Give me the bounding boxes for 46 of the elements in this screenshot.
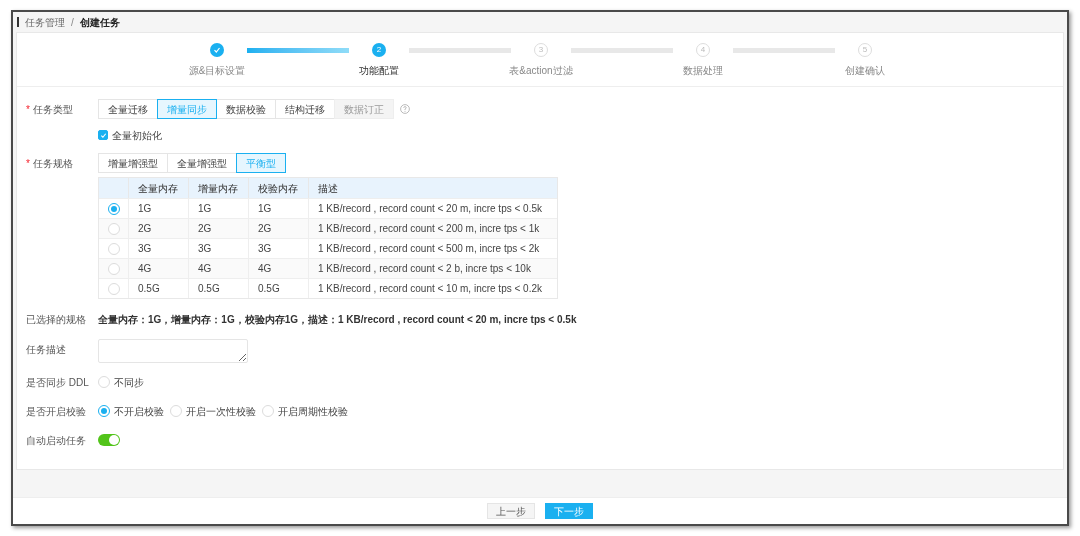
table-cell: 0.5G [189,279,249,298]
field-label: 是否开启校验 [26,404,86,419]
radio-button[interactable] [107,202,120,215]
step-label: 源&目标设置 [188,64,246,78]
field-label: 自动启动任务 [26,433,86,448]
table-cell-text: 1 KB/record , record count < 500 m, incre tps < 2k [317,242,541,256]
breadcrumb-separator: / [71,15,74,30]
field-label: 任务描述 [26,343,66,357]
checkbox-label: 全量初始化 [112,128,162,143]
table-cell-text: 1 KB/record , record count < 20 m, incre tps < 0.5k [317,202,543,216]
step-number: 4 [696,43,710,57]
radio-label: 不同步 [114,375,144,390]
breadcrumb-item[interactable]: 任务管理 [25,14,65,30]
toggle-switch[interactable] [98,434,120,446]
step-number: 2 [372,43,386,57]
step-label: 数据处理 [683,64,723,78]
back-button[interactable]: 上一步 [487,503,535,519]
field-label: 任务规格 [32,156,73,171]
table-cell-text: 1 KB/record , record count < 200 m, incre tps < 1k [317,222,541,236]
segment-tab[interactable]: 全量迁移 [98,99,158,119]
column-header: 描述 [317,181,339,196]
help-icon[interactable] [400,104,410,114]
checkbox[interactable] [98,130,108,140]
field-label: 已选择的规格 [26,312,86,327]
segment-tab[interactable]: 增量增强型 [98,153,168,173]
radio-label: 开启一次性校验 [186,404,256,419]
field-label: 任务类型 [32,102,73,117]
step-label: 创建确认 [845,64,885,78]
table-cell: 0.5G [129,279,189,298]
segment-tab[interactable]: 数据校验 [216,99,276,119]
segment-tab[interactable]: 全量增强型 [167,153,237,173]
step-label: 表&action过滤 [509,64,573,78]
required-mark: * [26,156,30,171]
field-label: 是否同步 DDL [26,375,89,390]
table-cell: 0.5G [249,279,309,298]
breadcrumb-item: 创建任务 [79,15,120,30]
table-cell-text: 1 KB/record , record count < 2 b, incre tps < 10k [317,262,532,276]
step-label: 功能配置 [359,64,399,78]
radio-label: 不开启校验 [114,404,164,419]
radio-label: 开启周期性校验 [278,404,348,419]
radio-button[interactable] [98,405,110,417]
segment-tab[interactable]: 结构迁移 [275,99,335,119]
table-cell-text: 1 KB/record , record count < 10 m, incre tps < 0.2k [317,282,543,296]
selected-spec-text: 全量内存：1G，增量内存：1G，校验内存1G，描述：1 KB/record , record count < 20 m, incre tps < 0.5k [98,312,577,327]
description-field[interactable] [98,339,248,363]
required-mark: * [26,102,30,117]
